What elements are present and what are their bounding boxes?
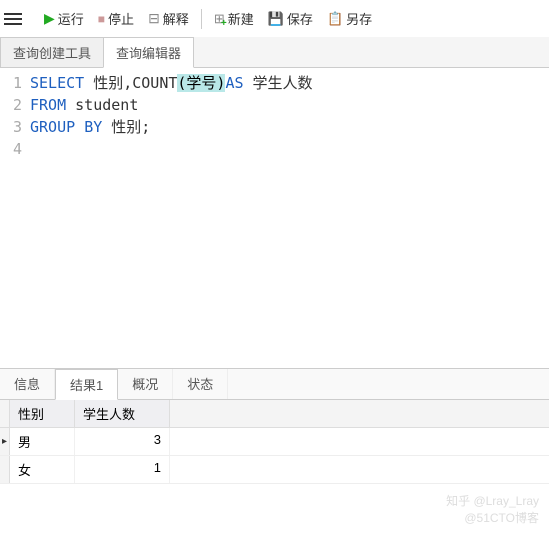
- table-row[interactable]: 女 1: [0, 456, 549, 484]
- main-toolbar: ▶运行 ■停止 ⊟解释 ⊞新建 💾保存 📋另存: [0, 0, 549, 37]
- stop-button[interactable]: ■停止: [92, 6, 140, 31]
- code-area[interactable]: SELECT 性别,COUNT(学号)AS 学生人数 FROM student …: [30, 72, 549, 368]
- column-header[interactable]: 学生人数: [75, 400, 170, 427]
- result-tabs: 信息 结果1 概况 状态: [0, 368, 549, 400]
- save-label: 保存: [287, 9, 313, 28]
- tab-result1[interactable]: 结果1: [55, 369, 118, 400]
- explain-label: 解释: [163, 9, 189, 28]
- explain-icon: ⊟: [148, 10, 160, 27]
- cell[interactable]: 1: [75, 456, 170, 483]
- cell[interactable]: 3: [75, 428, 170, 455]
- saveas-label: 另存: [346, 9, 372, 28]
- column-header[interactable]: 性别: [10, 400, 75, 427]
- watermark: 知乎 @Lray_Lray @51CTO博客: [446, 492, 539, 526]
- row-marker-header: [0, 400, 10, 427]
- run-label: 运行: [58, 9, 84, 28]
- table-row[interactable]: ▸ 男 3: [0, 428, 549, 456]
- stop-label: 停止: [108, 9, 134, 28]
- tab-profile[interactable]: 概况: [118, 369, 173, 399]
- tab-info[interactable]: 信息: [0, 369, 55, 399]
- new-button[interactable]: ⊞新建: [208, 6, 260, 31]
- saveas-icon: 📋: [327, 11, 343, 27]
- result-grid: 性别 学生人数 ▸ 男 3 女 1: [0, 400, 549, 484]
- row-marker-icon: ▸: [0, 428, 10, 455]
- grid-header: 性别 学生人数: [0, 400, 549, 428]
- separator: [201, 9, 202, 29]
- explain-button[interactable]: ⊟解释: [142, 6, 195, 31]
- tab-query-builder[interactable]: 查询创建工具: [0, 37, 104, 67]
- cell[interactable]: 男: [10, 428, 75, 455]
- saveas-button[interactable]: 📋另存: [321, 6, 378, 31]
- tab-query-editor[interactable]: 查询编辑器: [103, 37, 194, 68]
- play-icon: ▶: [44, 10, 55, 27]
- run-button[interactable]: ▶运行: [38, 6, 90, 31]
- stop-icon: ■: [98, 12, 105, 26]
- sql-editor[interactable]: 1 2 3 4 SELECT 性别,COUNT(学号)AS 学生人数 FROM …: [0, 68, 549, 368]
- new-icon: ⊞: [214, 11, 225, 27]
- line-gutter: 1 2 3 4: [0, 72, 30, 368]
- menu-icon[interactable]: [4, 9, 28, 29]
- cell[interactable]: 女: [10, 456, 75, 483]
- editor-tabs: 查询创建工具 查询编辑器: [0, 37, 549, 68]
- row-marker-icon: [0, 456, 10, 483]
- tab-status[interactable]: 状态: [173, 369, 228, 399]
- save-icon: 💾: [268, 11, 284, 27]
- new-label: 新建: [228, 9, 254, 28]
- save-button[interactable]: 💾保存: [262, 6, 319, 31]
